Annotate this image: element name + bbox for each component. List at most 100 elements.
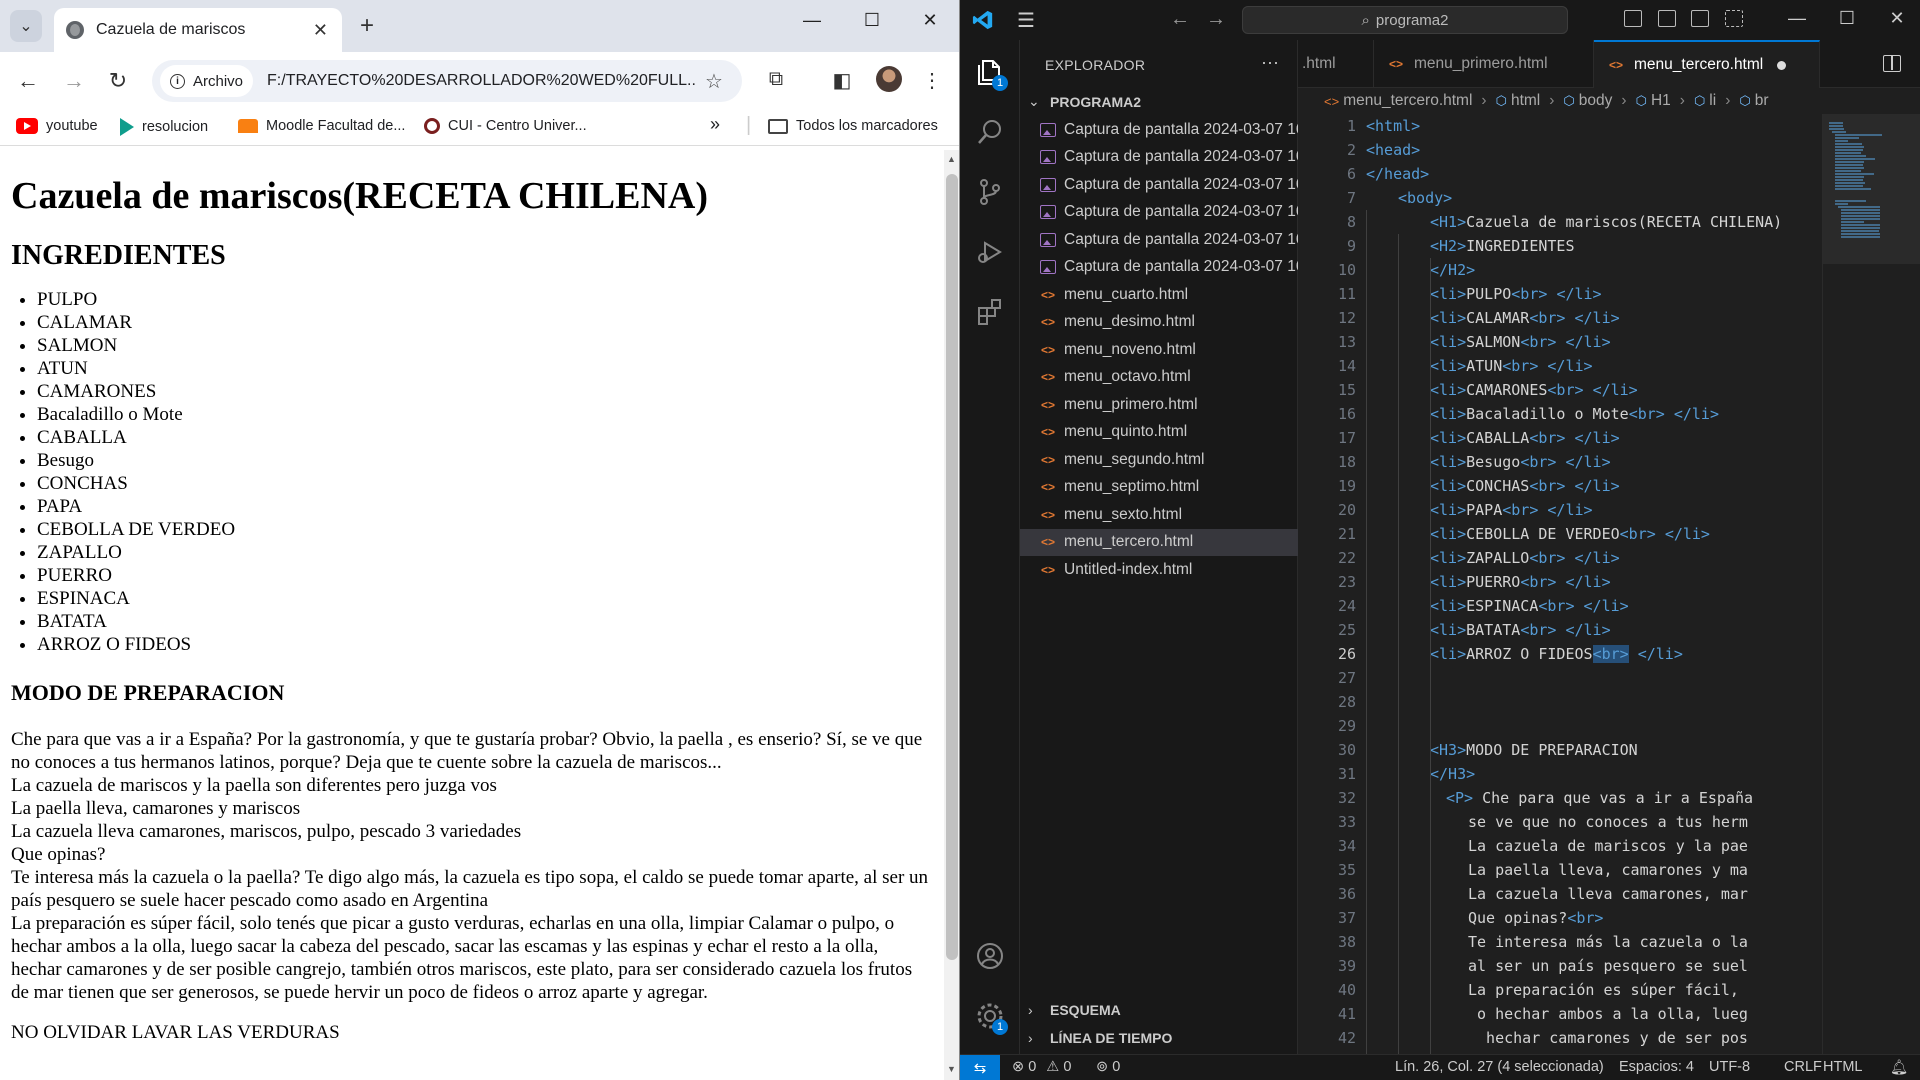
search-icon[interactable] — [974, 116, 1006, 148]
source-control-icon[interactable] — [974, 176, 1006, 208]
code-line[interactable]: 14 <li>ATUN<br> </li> — [1298, 354, 1908, 378]
tab-search-button[interactable]: ⌄ — [10, 10, 42, 42]
profile-avatar[interactable] — [876, 66, 902, 92]
hamburger-menu-icon[interactable]: ☰ — [1017, 8, 1035, 33]
file-tree-item[interactable]: <> menu_tercero.html — [1020, 528, 1298, 556]
extensions-icon[interactable]: ⧉ — [762, 68, 790, 91]
forward-button[interactable]: → — [60, 68, 88, 94]
new-tab-button[interactable]: + — [354, 12, 380, 40]
file-tree-item[interactable]: <> menu_segundo.html — [1020, 446, 1298, 473]
editor-tab[interactable]: <> menu_primero.html — [1374, 40, 1594, 88]
scroll-up-icon[interactable]: ▲ — [947, 154, 956, 164]
code-line[interactable]: 15 <li>CAMARONES<br> </li> — [1298, 378, 1908, 402]
editor-tab[interactable]: .html — [1298, 40, 1374, 88]
back-button[interactable]: ← — [14, 68, 42, 94]
code-line[interactable]: 2 <head> — [1298, 138, 1908, 162]
side-panel-icon[interactable]: ◧ — [828, 68, 856, 93]
code-line[interactable]: 17 <li>CABALLA<br> </li> — [1298, 426, 1908, 450]
breadcrumb-item[interactable]: H1 — [1651, 92, 1671, 110]
eol-setting[interactable]: CRLF — [1784, 1059, 1822, 1075]
extensions-icon[interactable] — [974, 296, 1006, 328]
code-line[interactable]: 40 La preparación es súper fácil, — [1298, 978, 1908, 1002]
ports-indicator[interactable]: ⊚ 0 — [1096, 1059, 1120, 1075]
account-icon[interactable] — [974, 940, 1006, 972]
file-tree-item[interactable]: <> menu_septimo.html — [1020, 474, 1298, 501]
problems-indicator[interactable]: ⊗ 0 ⚠ 0 — [1012, 1059, 1071, 1075]
code-line[interactable]: 12 <li>CALAMAR<br> </li> — [1298, 306, 1908, 330]
code-line[interactable]: 26 <li>ARROZ O FIDEOS<br> </li> — [1298, 642, 1908, 666]
code-line[interactable]: 35 La paella lleva, camarones y ma — [1298, 858, 1908, 882]
close-window-button[interactable]: ✕ — [1882, 8, 1912, 29]
editor-tab-active[interactable]: <> menu_tercero.html — [1594, 40, 1820, 88]
code-line[interactable]: 20 <li>PAPA<br> </li> — [1298, 498, 1908, 522]
file-tree-item[interactable]: Captura de pantalla 2024-03-07 164... — [1020, 116, 1298, 143]
code-line[interactable]: 33 se ve que no conoces a tus herm — [1298, 810, 1908, 834]
code-line[interactable]: 41 o hechar ambos a la olla, lueg — [1298, 1002, 1908, 1026]
code-line[interactable]: 38 Te interesa más la cazuela o la — [1298, 930, 1908, 954]
encoding-setting[interactable]: UTF-8 — [1709, 1059, 1750, 1075]
bookmark-star-icon[interactable]: ☆ — [705, 69, 723, 94]
maximize-button[interactable]: ☐ — [852, 10, 892, 31]
code-line[interactable]: 39 al ser un país pesquero se suel — [1298, 954, 1908, 978]
bookmark-youtube[interactable]: youtube — [16, 118, 98, 134]
page-scrollbar[interactable]: ▲ ▼ — [944, 150, 959, 1080]
language-mode[interactable]: HTML — [1823, 1059, 1862, 1075]
bookmarks-overflow-button[interactable]: » — [710, 114, 720, 135]
code-line[interactable]: 8 <H1>Cazuela de mariscos(RECETA CHILENA) — [1298, 210, 1908, 234]
close-tab-icon[interactable]: ✕ — [313, 20, 328, 41]
maximize-button[interactable]: ☐ — [1832, 8, 1862, 29]
browser-tab-active[interactable]: Cazuela de mariscos ✕ — [54, 8, 342, 52]
code-line[interactable]: 42 hechar camarones y de ser pos — [1298, 1026, 1908, 1050]
code-line[interactable]: 28 — [1298, 690, 1908, 714]
address-bar[interactable]: i Archivo F:/TRAYECTO%20DESARROLLADOR%20… — [152, 60, 742, 102]
code-line[interactable]: 37 Que opinas?<br> — [1298, 906, 1908, 930]
nav-forward-icon[interactable]: → — [1206, 8, 1226, 31]
minimize-button[interactable]: — — [1782, 8, 1812, 29]
file-tree-item[interactable]: <> Untitled-index.html — [1020, 556, 1298, 583]
scroll-down-icon[interactable]: ▼ — [947, 1064, 956, 1074]
code-line[interactable]: 25 <li>BATATA<br> </li> — [1298, 618, 1908, 642]
toggle-secondary-sidebar-icon[interactable] — [1691, 10, 1709, 27]
all-bookmarks-button[interactable]: Todos los marcadores — [768, 118, 938, 134]
code-line[interactable]: 36 La cazuela lleva camarones, mar — [1298, 882, 1908, 906]
code-line[interactable]: 6 </head> — [1298, 162, 1908, 186]
file-tree-item[interactable]: <> menu_quinto.html — [1020, 419, 1298, 446]
file-tree-item[interactable]: <> menu_primero.html — [1020, 391, 1298, 418]
minimize-button[interactable]: — — [792, 10, 832, 31]
code-line[interactable]: 29 — [1298, 714, 1908, 738]
file-tree-item[interactable]: <> menu_sexto.html — [1020, 501, 1298, 528]
breadcrumb-item[interactable]: menu_tercero.html — [1343, 92, 1472, 110]
remote-indicator[interactable]: ⇆ — [960, 1055, 1000, 1080]
bookmark-resolucion[interactable]: resolucion — [120, 118, 208, 136]
run-debug-icon[interactable] — [974, 236, 1006, 268]
toggle-sidebar-icon[interactable] — [1624, 10, 1642, 27]
file-tree-item[interactable]: <> menu_cuarto.html — [1020, 281, 1298, 308]
code-line[interactable]: 13 <li>SALMON<br> </li> — [1298, 330, 1908, 354]
file-tree-item[interactable]: <> menu_octavo.html — [1020, 364, 1298, 391]
unsaved-dot-icon[interactable] — [1777, 60, 1787, 70]
workspace-folder-header[interactable]: ⌄ PROGRAMA2 — [1028, 93, 1141, 110]
code-line[interactable]: 21 <li>CEBOLLA DE VERDEO<br> </li> — [1298, 522, 1908, 546]
toggle-panel-icon[interactable] — [1658, 10, 1676, 27]
customize-layout-icon[interactable] — [1725, 10, 1743, 27]
file-tree-item[interactable]: <> menu_noveno.html — [1020, 336, 1298, 363]
bookmark-moodle[interactable]: Moodle Facultad de... — [238, 118, 405, 134]
split-editor-icon[interactable] — [1883, 55, 1901, 72]
file-tree-item[interactable]: Captura de pantalla 2024-03-07 165... — [1020, 226, 1298, 253]
code-line[interactable]: 24 <li>ESPINACA<br> </li> — [1298, 594, 1908, 618]
cursor-position[interactable]: Lín. 26, Col. 27 (4 seleccionada) — [1395, 1059, 1604, 1075]
code-line[interactable]: 10 </H2> — [1298, 258, 1908, 282]
timeline-section-header[interactable]: › LÍNEA DE TIEMPO — [1028, 1030, 1172, 1046]
file-tree-item[interactable]: Captura de pantalla 2024-03-07 165... — [1020, 199, 1298, 226]
minimap[interactable] — [1822, 114, 1920, 1054]
site-info-chip[interactable]: i Archivo — [160, 65, 254, 97]
command-center-search[interactable]: ⌕ programa2 — [1242, 6, 1568, 34]
url-text[interactable]: F:/TRAYECTO%20DESARROLLADOR%20WED%20FULL… — [267, 72, 697, 90]
code-line[interactable]: 1 <html> — [1298, 114, 1908, 138]
code-line[interactable]: 7 <body> — [1298, 186, 1908, 210]
file-tree-item[interactable]: Captura de pantalla 2024-03-07 165... — [1020, 254, 1298, 281]
code-line[interactable]: 22 <li>ZAPALLO<br> </li> — [1298, 546, 1908, 570]
more-menu-icon[interactable]: ⋮ — [918, 68, 946, 93]
breadcrumb-item[interactable]: body — [1579, 92, 1613, 110]
code-line[interactable]: 9 <H2>INGREDIENTES — [1298, 234, 1908, 258]
